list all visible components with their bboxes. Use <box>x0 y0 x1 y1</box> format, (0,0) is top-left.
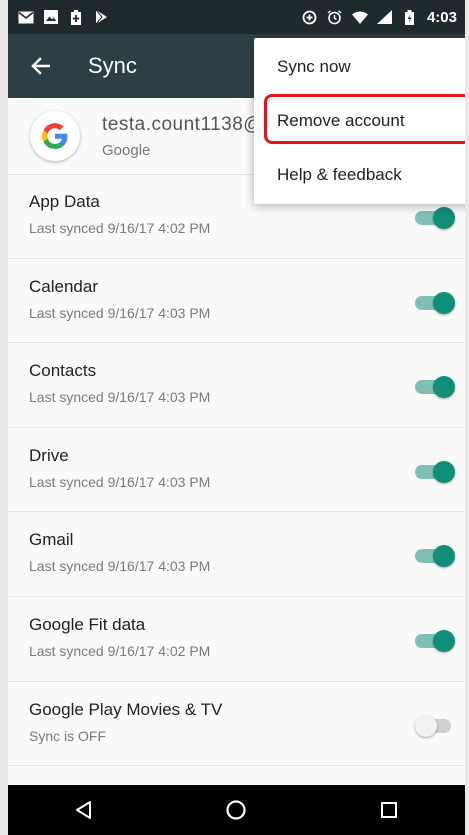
menu-item-sync-now[interactable]: Sync now <box>254 40 465 94</box>
sync-item-subtitle: Last synced 9/16/17 4:03 PM <box>29 304 211 321</box>
battery-saver-icon <box>68 9 84 25</box>
back-triangle-icon <box>76 801 92 819</box>
sync-toggle-google-fit[interactable] <box>413 629 455 653</box>
sync-toggle-play-movies[interactable] <box>413 714 455 738</box>
gmail-icon <box>18 10 34 24</box>
highlight-box <box>264 94 465 144</box>
sync-item-title: Calendar <box>29 276 98 296</box>
status-right: 4:03 <box>302 9 457 26</box>
sync-list: App Data Last synced 9/16/17 4:02 PM Cal… <box>8 174 465 767</box>
sync-item-title: Drive <box>29 445 69 465</box>
navigation-bar <box>8 785 465 835</box>
back-button[interactable] <box>8 34 72 98</box>
sync-item-subtitle: Last synced 9/16/17 4:02 PM <box>29 642 211 659</box>
battery-icon <box>402 9 418 25</box>
nav-recents-button[interactable] <box>359 785 419 835</box>
sync-toggle-calendar[interactable] <box>413 291 455 315</box>
status-bar: 4:03 <box>8 0 465 34</box>
sync-item-title: Gmail <box>29 530 74 550</box>
sync-item-subtitle: Sync is OFF <box>29 727 107 744</box>
sync-item-subtitle: Last synced 9/16/17 4:03 PM <box>29 558 211 575</box>
sync-item-subtitle: Last synced 9/16/17 4:03 PM <box>29 389 211 406</box>
sync-item-subtitle: Last synced 9/16/17 4:02 PM <box>29 220 211 236</box>
sync-toggle-gmail[interactable] <box>413 544 455 568</box>
gallery-icon <box>43 10 59 24</box>
home-circle-icon <box>226 800 247 820</box>
alarm-icon <box>327 9 343 24</box>
sync-item-gmail[interactable]: Gmail Last synced 9/16/17 4:03 PM <box>8 512 465 597</box>
sync-item-drive[interactable]: Drive Last synced 9/16/17 4:03 PM <box>8 428 465 513</box>
sync-item-google-fit[interactable]: Google Fit data Last synced 9/16/17 4:02… <box>8 597 465 682</box>
sync-item-title: Contacts <box>29 361 97 381</box>
overflow-menu: Sync now Remove account Help & feedback <box>254 38 465 204</box>
status-left <box>18 9 109 25</box>
sync-toggle-drive[interactable] <box>413 460 455 484</box>
sync-item-title: Google Play Movies & TV <box>29 699 223 719</box>
sync-item-title: Google Fit data <box>29 614 146 634</box>
device-screen: 4:03 Sync testa.count1138@gmail.com Goog… <box>8 0 465 835</box>
sync-toggle-contacts[interactable] <box>413 375 455 399</box>
nav-back-button[interactable] <box>54 785 114 835</box>
data-saver-icon <box>302 10 318 24</box>
nav-home-button[interactable] <box>206 785 266 835</box>
menu-item-help-feedback[interactable]: Help & feedback <box>254 148 465 202</box>
recents-square-icon <box>380 802 397 818</box>
arrow-left-icon <box>31 57 50 75</box>
play-store-icon <box>93 10 109 24</box>
google-logo-icon <box>30 111 80 161</box>
sync-item-contacts[interactable]: Contacts Last synced 9/16/17 4:03 PM <box>8 343 465 428</box>
status-time: 4:03 <box>426 8 457 26</box>
sync-item-calendar[interactable]: Calendar Last synced 9/16/17 4:03 PM <box>8 259 465 344</box>
page-title: Sync <box>88 53 137 78</box>
cell-signal-icon <box>377 10 393 24</box>
sync-item-play-movies[interactable]: Google Play Movies & TV Sync is OFF <box>8 682 465 767</box>
wifi-icon <box>351 10 368 24</box>
sync-item-subtitle: Last synced 9/16/17 4:03 PM <box>29 473 211 490</box>
sync-toggle-app-data[interactable] <box>413 206 455 230</box>
sync-item-title: App Data <box>29 192 100 211</box>
